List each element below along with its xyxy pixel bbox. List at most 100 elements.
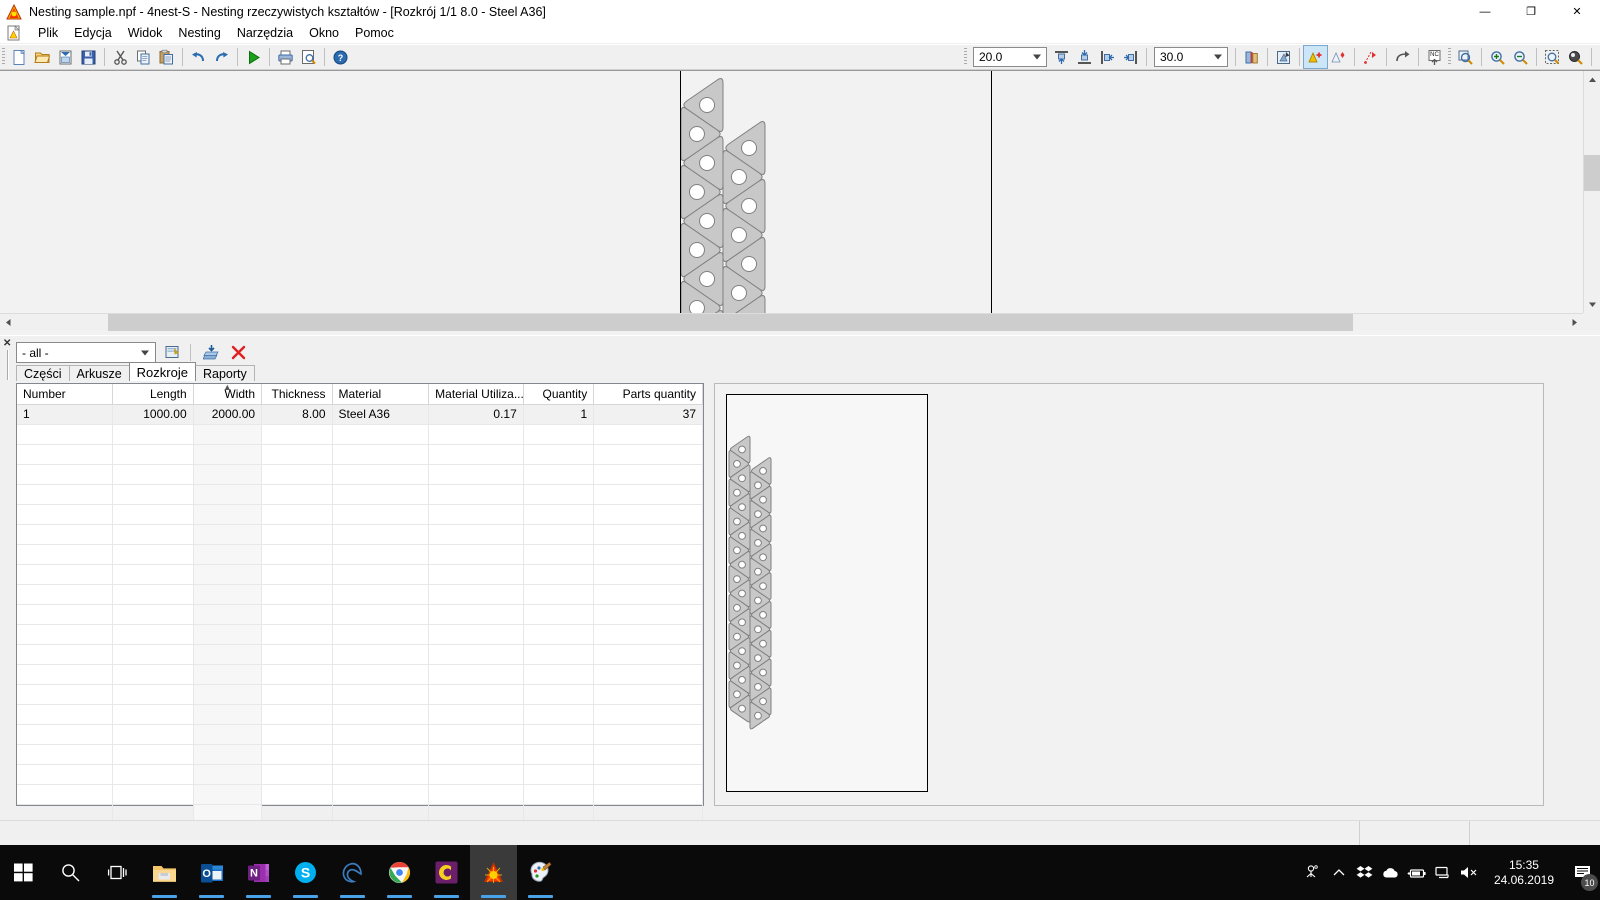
properties-icon[interactable] bbox=[161, 342, 183, 363]
align-bottom-icon[interactable] bbox=[1073, 46, 1096, 68]
table-empty-row[interactable] bbox=[17, 624, 703, 645]
lead-in-icon[interactable] bbox=[1359, 46, 1382, 68]
onedrive-icon[interactable] bbox=[1378, 845, 1404, 900]
align-left-icon[interactable] bbox=[1096, 46, 1119, 68]
paste-icon[interactable] bbox=[155, 46, 178, 68]
sheet-properties-icon[interactable] bbox=[1240, 46, 1263, 68]
rozkroje-table-panel[interactable]: Number Length Width ▲ Thickness Material Mater… bbox=[16, 383, 704, 825]
table-empty-row[interactable] bbox=[17, 584, 703, 605]
table-cell-thickness[interactable]: 8.00 bbox=[261, 404, 333, 425]
zoom-fit-icon[interactable] bbox=[1564, 46, 1587, 68]
volume-mute-icon[interactable] bbox=[1456, 845, 1482, 900]
menu-widok[interactable]: Widok bbox=[120, 24, 171, 42]
scroll-right-button[interactable] bbox=[1566, 314, 1583, 331]
scroll-down-button[interactable] bbox=[1584, 296, 1600, 313]
part-gap-combo[interactable]: 20.0 bbox=[973, 47, 1047, 67]
copy-icon[interactable] bbox=[132, 46, 155, 68]
table-cell-material[interactable]: Steel A36 bbox=[332, 404, 430, 425]
canvas-hscroll-thumb[interactable] bbox=[108, 314, 1353, 331]
table-empty-row[interactable] bbox=[17, 564, 703, 585]
nesting-app-button[interactable] bbox=[470, 845, 517, 900]
zoom-out-icon[interactable] bbox=[1509, 46, 1532, 68]
table-empty-row[interactable] bbox=[17, 644, 703, 665]
align-top-icon[interactable] bbox=[1050, 46, 1073, 68]
edge-button[interactable] bbox=[329, 845, 376, 900]
table-cell-number[interactable]: 1 bbox=[17, 404, 114, 425]
table-empty-row[interactable] bbox=[17, 444, 703, 465]
remove-part-icon[interactable] bbox=[1327, 46, 1350, 68]
menu-plik[interactable]: Plik bbox=[30, 24, 66, 42]
onenote-button[interactable]: N bbox=[235, 845, 282, 900]
notification-center-button[interactable]: 10 bbox=[1566, 845, 1600, 900]
cut-icon[interactable] bbox=[109, 46, 132, 68]
minimize-button[interactable]: — bbox=[1462, 0, 1508, 23]
tab-rozkroje[interactable]: Rozkroje bbox=[128, 362, 196, 381]
canvas-horizontal-scrollbar[interactable] bbox=[0, 313, 1583, 331]
tab-raporty[interactable]: Raporty bbox=[194, 365, 255, 381]
import-data-icon[interactable] bbox=[200, 342, 222, 363]
new-file-icon[interactable] bbox=[8, 46, 31, 68]
menu-okno[interactable]: Okno bbox=[301, 24, 347, 42]
toolbar-grip-2[interactable] bbox=[964, 48, 967, 66]
show-hidden-icons-icon[interactable] bbox=[1326, 845, 1352, 900]
canvas-vertical-scrollbar[interactable] bbox=[1583, 71, 1600, 313]
table-empty-row[interactable] bbox=[17, 424, 703, 445]
table-row[interactable]: 1 1000.00 2000.00 8.00 Steel A36 0.17 1 37 bbox=[17, 404, 703, 425]
delete-icon[interactable] bbox=[227, 342, 249, 363]
table-cell-material-utiliza[interactable]: 0.17 bbox=[428, 404, 524, 425]
network-icon[interactable] bbox=[1430, 845, 1456, 900]
filter-combo[interactable]: - all - bbox=[16, 342, 156, 363]
chrome-button[interactable] bbox=[376, 845, 423, 900]
task-view-button[interactable] bbox=[94, 845, 141, 900]
canvas-vscroll-thumb[interactable] bbox=[1584, 155, 1600, 191]
open-file-icon[interactable] bbox=[31, 46, 54, 68]
table-header-parts-quantity[interactable]: Parts quantity bbox=[593, 384, 703, 405]
table-empty-row[interactable] bbox=[17, 724, 703, 745]
part-properties-icon[interactable] bbox=[1272, 46, 1295, 68]
table-header-quantity[interactable]: Quantity bbox=[523, 384, 595, 405]
nesting-canvas[interactable] bbox=[0, 71, 1583, 313]
camtasia-button[interactable] bbox=[423, 845, 470, 900]
menu-edycja[interactable]: Edycja bbox=[66, 24, 120, 42]
table-empty-row[interactable] bbox=[17, 604, 703, 625]
table-header-thickness[interactable]: Thickness bbox=[261, 384, 333, 405]
table-header-number[interactable]: Number bbox=[17, 384, 114, 405]
outlook-button[interactable]: O bbox=[188, 845, 235, 900]
save-icon[interactable] bbox=[77, 46, 100, 68]
table-empty-row[interactable] bbox=[17, 664, 703, 685]
table-empty-row[interactable] bbox=[17, 544, 703, 565]
table-cell-length[interactable]: 1000.00 bbox=[112, 404, 194, 425]
dropbox-icon[interactable] bbox=[1352, 845, 1378, 900]
table-empty-row[interactable] bbox=[17, 784, 703, 805]
search-button[interactable] bbox=[47, 845, 94, 900]
export-icon[interactable] bbox=[1391, 46, 1414, 68]
close-button[interactable]: ✕ bbox=[1554, 0, 1600, 23]
dock-close-button[interactable]: ✕ bbox=[3, 338, 11, 349]
skype-button[interactable]: S bbox=[282, 845, 329, 900]
table-cell-quantity[interactable]: 1 bbox=[523, 404, 595, 425]
table-header-width[interactable]: Width ▲ bbox=[193, 384, 263, 405]
table-header-material[interactable]: Material bbox=[332, 384, 430, 405]
sheet-margin-combo[interactable]: 30.0 bbox=[1154, 47, 1228, 67]
table-empty-row[interactable] bbox=[17, 684, 703, 705]
sheet-preview-panel[interactable] bbox=[714, 383, 1544, 806]
table-empty-row[interactable] bbox=[17, 484, 703, 505]
paint-button[interactable] bbox=[517, 845, 564, 900]
zoom-selection-icon[interactable] bbox=[1541, 46, 1564, 68]
battery-icon[interactable] bbox=[1404, 845, 1430, 900]
redo-icon[interactable] bbox=[210, 46, 233, 68]
clock[interactable]: 15:35 24.06.2019 bbox=[1482, 858, 1566, 888]
table-empty-row[interactable] bbox=[17, 504, 703, 525]
add-part-icon[interactable] bbox=[1303, 45, 1328, 69]
menu-narzedzia[interactable]: Narzędzia bbox=[229, 24, 301, 42]
toolbar-grip[interactable] bbox=[2, 48, 5, 66]
tab-czesci[interactable]: Części bbox=[16, 365, 70, 381]
table-empty-row[interactable] bbox=[17, 524, 703, 545]
scroll-up-button[interactable] bbox=[1584, 71, 1600, 88]
nc-export-icon[interactable]: NC bbox=[1423, 46, 1446, 68]
scroll-left-button[interactable] bbox=[0, 314, 17, 331]
table-empty-row[interactable] bbox=[17, 744, 703, 765]
print-preview-icon[interactable] bbox=[297, 46, 320, 68]
menu-pomoc[interactable]: Pomoc bbox=[347, 24, 402, 42]
undo-icon[interactable] bbox=[187, 46, 210, 68]
